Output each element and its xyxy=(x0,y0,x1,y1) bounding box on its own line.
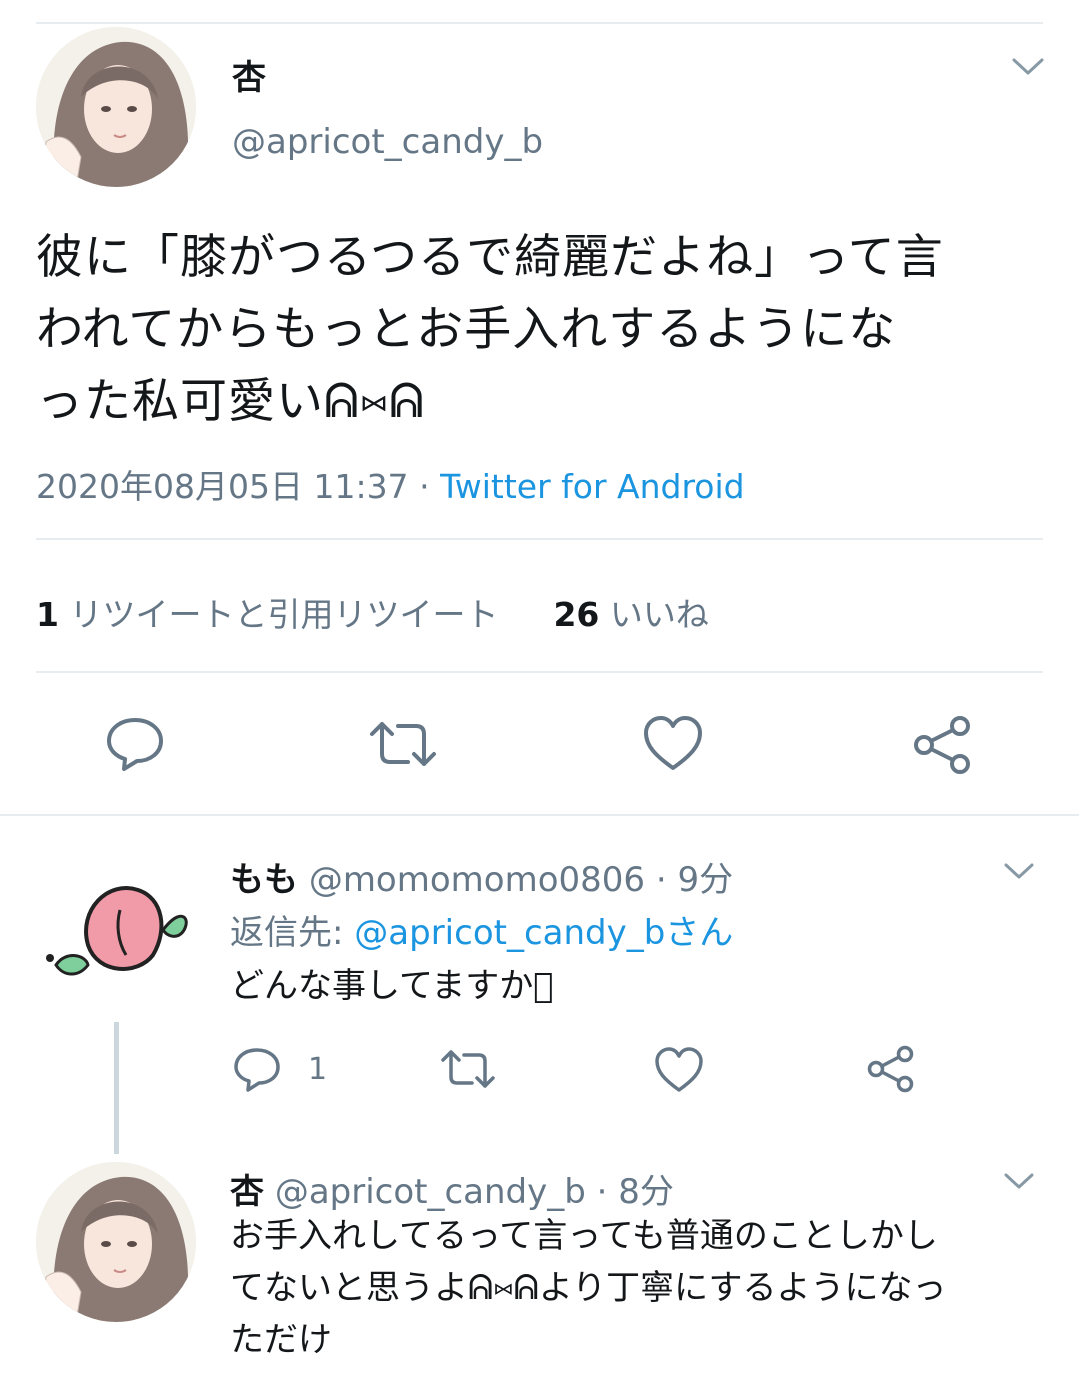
avatar[interactable] xyxy=(36,27,196,187)
heart-icon[interactable] xyxy=(654,1046,704,1094)
reply-text-line: てないと思うよᕱ⑅ᕱより丁寧にするようになっ xyxy=(230,1268,947,1308)
divider xyxy=(36,671,1043,673)
reply-header: 杏 @apricot_candy_b · 8分 xyxy=(230,1164,674,1213)
top-divider xyxy=(36,22,1043,24)
replying-to-handle[interactable]: @apricot_candy_bさん xyxy=(354,913,733,953)
reply-text-line: どんな事してますか􀀀 xyxy=(230,966,554,1006)
tweet-meta: 2020年08月05日 11:37 · Twitter for Android xyxy=(36,460,745,508)
avatar-illustration xyxy=(36,27,196,187)
reply-icon[interactable] xyxy=(104,712,166,774)
retweet-icon[interactable] xyxy=(440,1046,496,1092)
heart-icon[interactable] xyxy=(642,714,704,774)
reply-text-line: お手入れしてるって言っても普通のことしかし xyxy=(230,1216,938,1256)
section-divider xyxy=(0,814,1079,816)
retweets-stat[interactable]: 1 リツイートと引用リツイート xyxy=(36,595,498,634)
handle[interactable]: @apricot_candy_b xyxy=(275,1172,586,1212)
reply-count: 1 xyxy=(308,1052,328,1087)
tweet-text-line: 彼に「膝がつるつるで綺麗だよね」って言 xyxy=(36,230,944,285)
avatar-illustration xyxy=(36,1162,196,1322)
peach-avatar-illustration xyxy=(38,850,198,1010)
display-name[interactable]: 杏 xyxy=(232,50,266,99)
chevron-down-icon[interactable] xyxy=(1002,1170,1036,1192)
tweet-source[interactable]: Twitter for Android xyxy=(440,467,745,506)
display-name[interactable]: もも xyxy=(230,860,298,900)
handle[interactable]: @apricot_candy_b xyxy=(232,122,543,162)
like-count: 26 xyxy=(553,595,600,634)
tweet-text-line: われてからもっとお手入れするようにな xyxy=(36,302,897,357)
reply-icon[interactable] xyxy=(232,1044,282,1094)
retweet-count: 1 xyxy=(36,595,59,634)
display-name[interactable]: 杏 xyxy=(230,1172,264,1212)
avatar[interactable] xyxy=(38,850,198,1010)
tweet-text: 彼に「膝がつるつるで綺麗だよね」って言 われてからもっとお手入れするようにな っ… xyxy=(36,222,944,438)
meta-separator: · xyxy=(419,467,430,506)
likes-stat[interactable]: 26 いいね xyxy=(553,595,708,634)
reply-text: どんな事してますか􀀀 xyxy=(230,960,554,1012)
reply-header: もも @momomomo0806 · 9分 xyxy=(230,852,733,901)
chevron-down-icon[interactable] xyxy=(1002,860,1036,882)
reply-time[interactable]: · 8分 xyxy=(597,1172,674,1212)
retweet-label: リツイートと引用リツイート xyxy=(69,595,499,634)
share-icon[interactable] xyxy=(912,714,974,776)
share-icon[interactable] xyxy=(866,1044,916,1094)
replying-to-label: 返信先: xyxy=(230,913,344,953)
reply-time[interactable]: · 9分 xyxy=(656,860,733,900)
retweet-icon[interactable] xyxy=(368,716,438,772)
tweet-text-line: った私可愛いᕱ⑅ᕱ xyxy=(36,374,425,429)
avatar[interactable] xyxy=(36,1162,196,1322)
reply-text-line: ただけ xyxy=(230,1320,332,1360)
handle[interactable]: @momomomo0806 xyxy=(309,860,645,900)
reply-text: お手入れしてるって言っても普通のことしかし てないと思うよᕱ⑅ᕱより丁寧にするよ… xyxy=(230,1210,947,1366)
thread-connector-line xyxy=(114,1022,119,1154)
divider xyxy=(36,538,1043,540)
timestamp[interactable]: 2020年08月05日 11:37 xyxy=(36,467,409,506)
tweet-stats: 1 リツイートと引用リツイート 26 いいね xyxy=(36,588,709,636)
replying-to: 返信先: @apricot_candy_bさん xyxy=(230,905,733,954)
chevron-down-icon[interactable] xyxy=(1010,55,1046,79)
like-label: いいね xyxy=(609,595,709,634)
